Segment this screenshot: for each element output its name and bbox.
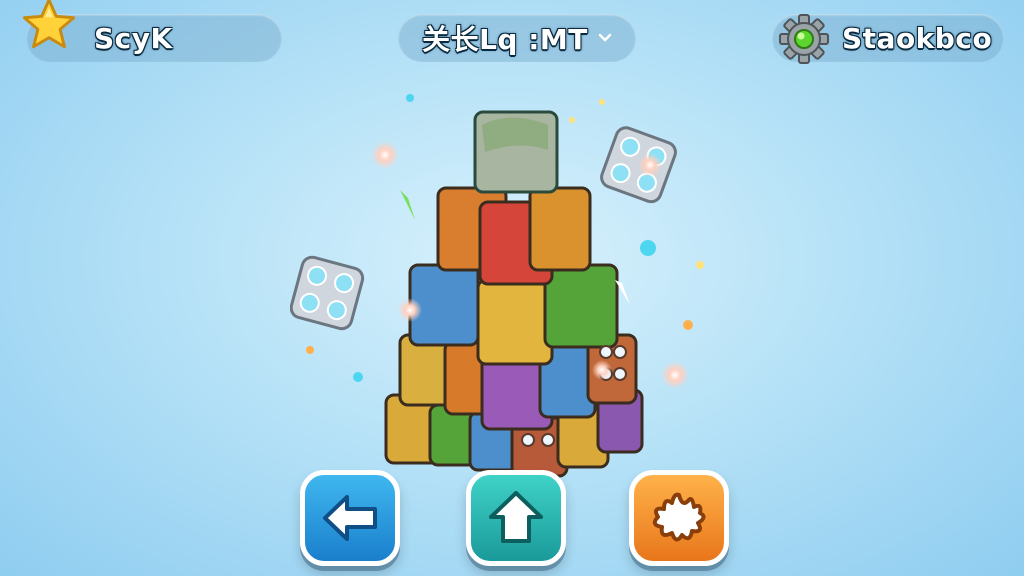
back-button[interactable] [300,470,400,566]
splash-button[interactable] [629,470,729,566]
block-tower [290,94,704,478]
block [436,186,592,286]
level-title: 关长Lq :MT [422,23,588,56]
settings-label: Staokbco [842,21,993,55]
home-arrow-icon [489,491,543,543]
special-block [290,255,365,331]
player-name: ScyK [94,21,173,55]
splash-icon [652,492,706,542]
level-selector[interactable]: 关长Lq :MT [398,14,636,62]
chevron-down-icon [598,33,612,42]
star-icon [22,0,76,49]
gear-icon[interactable] [778,13,830,65]
arrow-left-icon [323,495,377,541]
home-button[interactable] [466,470,566,566]
